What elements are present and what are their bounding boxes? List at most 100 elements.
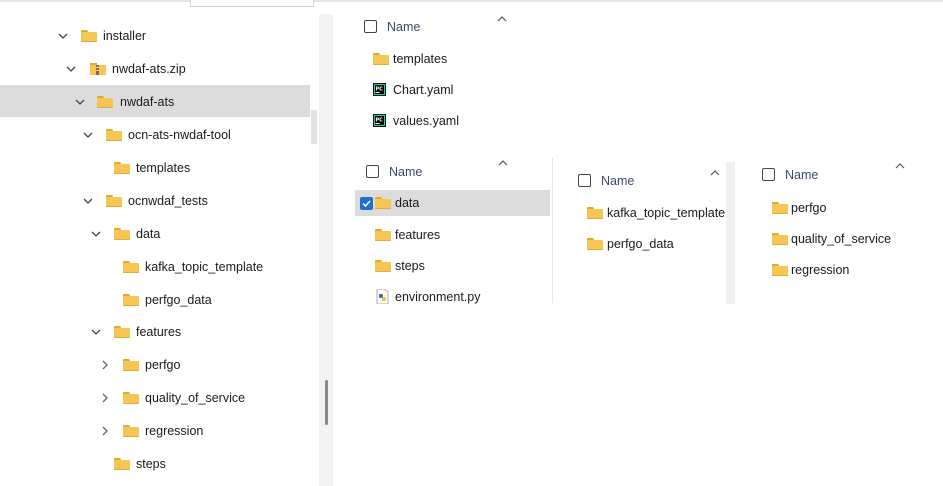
chevron-down-icon[interactable] [88,226,104,242]
tree-item-features[interactable]: features [0,323,310,341]
list-item-environment-py[interactable]: environment.py [355,288,550,306]
select-all-checkbox[interactable] [762,168,775,181]
tree-item-quality-of-service[interactable]: quality_of_service [0,389,310,407]
tree-item-label: ocn-ats-nwdaf-tool [128,128,231,142]
list-item-label: steps [395,259,425,273]
tree-item-label: ocnwdaf_tests [128,194,208,208]
list-item-values-yaml[interactable]: PC values.yaml [370,112,530,130]
folder-icon [123,359,139,371]
pycharm-file-icon: PC [373,83,386,96]
pane-data-contents: Name kafka_topic_template perfgo_data [565,158,725,298]
folder-icon [114,326,130,338]
folder-icon [123,425,139,437]
tree-item-label: regression [145,424,204,438]
column-header-name[interactable]: Name [785,167,818,183]
tree-item-label: kafka_topic_template [145,260,264,274]
list-item-quality-of-service[interactable]: quality_of_service [745,230,935,248]
folder-icon [123,261,139,273]
folder-icon [81,30,97,42]
tree-item-nwdaf-ats-zip[interactable]: nwdaf-ats.zip [0,60,310,78]
tree-item-label: nwdaf-ats [120,95,175,109]
folder-icon [772,233,788,245]
select-all-checkbox[interactable] [366,165,379,178]
tree-resize-handle[interactable] [311,110,317,144]
list-item-label: environment.py [395,290,481,304]
column-header-name[interactable]: Name [389,164,422,180]
select-all-checkbox[interactable] [364,20,377,33]
chevron-down-icon[interactable] [72,94,88,110]
list-item-templates[interactable]: templates [370,50,530,68]
pane-divider [552,158,553,303]
chevron-right-icon[interactable] [97,423,113,439]
tree-item-ocnwdaf-tests[interactable]: ocnwdaf_tests [0,192,310,210]
list-item-label: templates [393,52,448,66]
tree-item-label: nwdaf-ats.zip [112,62,186,76]
folder-icon [106,195,122,207]
tree-item-label: perfgo [145,358,181,372]
list-item-label: perfgo_data [607,237,674,251]
sort-ascending-icon [497,12,507,22]
pane-features-contents: Name perfgo quality_of_service regressio… [745,150,940,290]
pane-nwdaf-ats-contents: Name templates PC Chart.yaml PC values.y… [340,8,540,138]
list-item-features[interactable]: features [355,226,550,244]
navigation-tree: installer nwdaf-ats.zip nwdaf-ats ocn-at… [0,0,320,486]
column-header-name[interactable]: Name [387,19,420,35]
tree-item-regression[interactable]: regression [0,422,310,440]
python-file-icon [376,288,389,305]
list-item-label: quality_of_service [791,232,892,246]
folder-icon [123,294,139,306]
tree-item-steps[interactable]: steps [0,455,310,473]
sort-ascending-icon [895,159,905,169]
pane-divider [726,162,735,304]
chevron-down-icon[interactable] [80,193,96,209]
folder-icon [114,458,130,470]
tree-item-label: perfgo_data [145,293,212,307]
list-item-label: perfgo [791,201,827,215]
list-item-kafka-topic-template[interactable]: kafka_topic_template [565,204,725,222]
tree-item-kafka-topic-template[interactable]: kafka_topic_template [0,258,310,276]
list-item-label: regression [791,263,850,277]
list-item-chart-yaml[interactable]: PC Chart.yaml [370,81,530,99]
tree-item-label: installer [103,29,147,43]
folder-icon [587,207,603,219]
folder-icon [373,53,389,65]
tree-item-data[interactable]: data [0,225,310,243]
chevron-right-icon[interactable] [97,357,113,373]
sort-ascending-icon [498,156,508,166]
tree-item-ocn-ats-nwdaf-tool[interactable]: ocn-ats-nwdaf-tool [0,126,310,144]
list-item-label: kafka_topic_template [607,206,726,220]
folder-icon [375,197,391,209]
pane-ocnwdaf-tests-contents: Name data features steps environment.py [355,150,551,310]
folder-icon [114,228,130,240]
select-all-checkbox[interactable] [578,174,591,187]
tree-item-nwdaf-ats[interactable]: nwdaf-ats [0,93,310,111]
tree-item-label: templates [136,161,191,175]
list-item-data[interactable]: data [355,190,550,216]
list-item-steps[interactable]: steps [355,257,550,275]
list-item-regression[interactable]: regression [745,261,935,279]
list-item-perfgo-data[interactable]: perfgo_data [565,235,725,253]
svg-text:PC: PC [376,118,384,124]
pycharm-file-icon: PC [373,114,386,127]
chevron-down-icon[interactable] [55,28,71,44]
tree-item-templates[interactable]: templates [0,159,310,177]
folder-icon [123,392,139,404]
tree-item-label: quality_of_service [145,391,246,405]
folder-icon [375,229,391,241]
sort-ascending-icon [710,166,720,176]
tree-item-perfgo-data[interactable]: perfgo_data [0,291,310,309]
folder-icon [97,96,113,108]
item-checkbox-checked[interactable] [360,197,373,210]
list-item-perfgo[interactable]: perfgo [745,199,935,217]
chevron-down-icon[interactable] [88,324,104,340]
zip-folder-icon [90,63,106,75]
chevron-down-icon[interactable] [80,127,96,143]
folder-icon [375,260,391,272]
tree-item-perfgo[interactable]: perfgo [0,356,310,374]
chevron-down-icon[interactable] [63,61,79,77]
column-header-name[interactable]: Name [601,173,634,189]
chevron-right-icon[interactable] [97,390,113,406]
tree-item-installer[interactable]: installer [0,27,310,45]
tree-scrollbar-thumb[interactable] [325,380,328,425]
list-item-label: features [395,228,441,242]
